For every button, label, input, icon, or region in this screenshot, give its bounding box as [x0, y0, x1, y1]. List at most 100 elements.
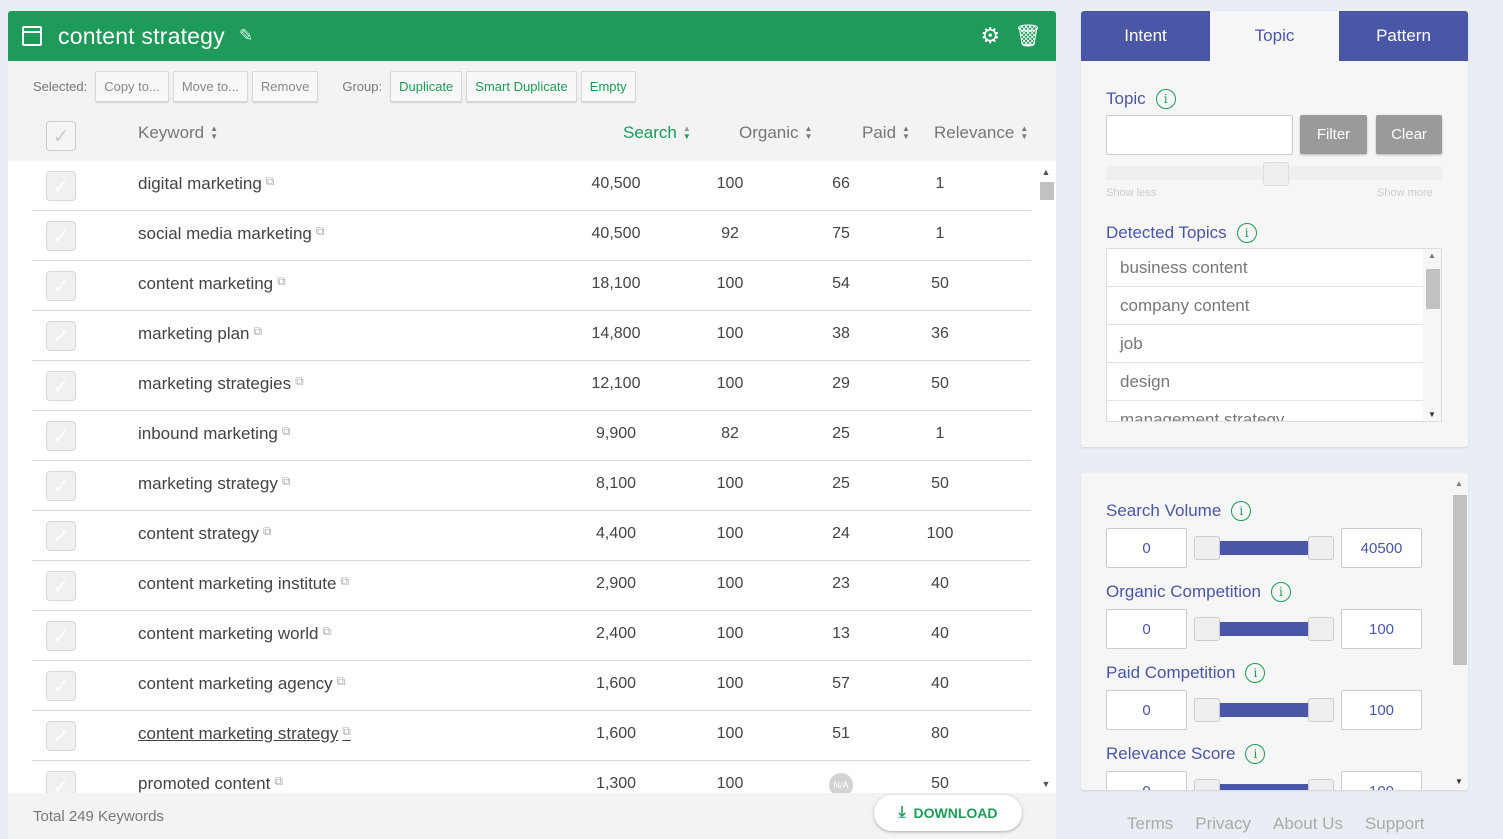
info-icon[interactable]: i — [1245, 663, 1266, 683]
table-row[interactable]: ✓ content marketing ⧉ 18,100 100 54 50 — [32, 261, 1031, 311]
column-paid[interactable]: Paid ▲ ▼ — [862, 123, 910, 143]
keyword-link[interactable]: marketing strategies ⧉ — [138, 374, 304, 394]
remove-button[interactable]: Remove — [251, 70, 319, 102]
tab-intent[interactable]: Intent — [1081, 11, 1210, 61]
gear-icon[interactable]: ⚙ — [980, 23, 1000, 49]
external-link-icon[interactable]: ⧉ — [263, 524, 272, 538]
range-min-handle[interactable] — [1194, 617, 1220, 641]
keyword-link[interactable]: promoted content ⧉ — [138, 774, 283, 793]
external-link-icon[interactable]: ⧉ — [254, 324, 263, 338]
range-max-input[interactable]: 40500 — [1341, 528, 1422, 568]
row-checkbox[interactable]: ✓ — [46, 271, 76, 301]
row-checkbox[interactable]: ✓ — [46, 471, 76, 501]
topic-item[interactable]: business content — [1107, 249, 1423, 287]
external-link-icon[interactable]: ⧉ — [277, 274, 286, 288]
table-row[interactable]: ✓ marketing strategies ⧉ 12,100 100 29 50 — [32, 361, 1031, 411]
range-max-input[interactable]: 100 — [1341, 690, 1422, 730]
topic-item[interactable]: job — [1107, 325, 1423, 363]
keyword-link[interactable]: digital marketing ⧉ — [138, 174, 274, 194]
tab-pattern[interactable]: Pattern — [1339, 11, 1468, 61]
topic-item[interactable]: company content — [1107, 287, 1423, 325]
row-checkbox[interactable]: ✓ — [46, 771, 76, 793]
filter-button[interactable]: Filter — [1300, 115, 1367, 154]
table-row[interactable]: ✓ content marketing agency ⧉ 1,600 100 57 40 — [32, 661, 1031, 711]
row-checkbox[interactable]: ✓ — [46, 521, 76, 551]
column-organic[interactable]: Organic ▲ ▼ — [739, 123, 812, 143]
range-max-handle[interactable] — [1308, 698, 1334, 722]
range-max-input[interactable]: 100 — [1341, 771, 1422, 790]
range-min-handle[interactable] — [1194, 698, 1220, 722]
info-icon[interactable]: i — [1245, 744, 1266, 764]
keyword-link[interactable]: content strategy ⧉ — [138, 524, 272, 544]
trash-icon[interactable]: 🗑 — [1014, 23, 1042, 49]
row-checkbox[interactable]: ✓ — [46, 671, 76, 701]
keyword-link[interactable]: marketing plan ⧉ — [138, 324, 262, 344]
row-checkbox[interactable]: ✓ — [46, 571, 76, 601]
about-us-link[interactable]: About Us — [1273, 814, 1343, 834]
copy-to-button[interactable]: Copy to... — [95, 70, 169, 102]
row-checkbox[interactable]: ✓ — [46, 171, 76, 201]
range-min-input[interactable]: 0 — [1106, 609, 1187, 649]
scroll-down-arrow-icon[interactable]: ▼ — [1428, 410, 1436, 419]
topic-item[interactable]: management strategy — [1107, 401, 1423, 422]
row-checkbox[interactable]: ✓ — [46, 321, 76, 351]
scroll-up-arrow-icon[interactable]: ▲ — [1428, 251, 1436, 260]
column-keyword[interactable]: Keyword ▲ ▼ — [138, 123, 218, 143]
external-link-icon[interactable]: ⧉ — [340, 574, 349, 588]
ranges-scrollbar[interactable]: ▲ ▼ — [1451, 473, 1468, 790]
keyword-link[interactable]: content marketing agency ⧉ — [138, 674, 345, 694]
scroll-down-arrow-icon[interactable]: ▼ — [1455, 777, 1463, 786]
terms-link[interactable]: Terms — [1127, 814, 1173, 834]
table-row[interactable]: ✓ content marketing institute ⧉ 2,900 100 23 4… — [32, 561, 1031, 611]
move-to-button[interactable]: Move to... — [172, 70, 248, 102]
table-row[interactable]: ✓ inbound marketing ⧉ 9,900 82 25 1 — [32, 411, 1031, 461]
table-row[interactable]: ✓ marketing strategy ⧉ 8,100 100 25 50 — [32, 461, 1031, 511]
scroll-up-arrow-icon[interactable]: ▲ — [1038, 167, 1054, 181]
table-row[interactable]: ✓ marketing plan ⧉ 14,800 100 38 36 — [32, 311, 1031, 361]
external-link-icon[interactable]: ⧉ — [274, 774, 283, 788]
external-link-icon[interactable]: ⧉ — [342, 724, 351, 738]
range-max-input[interactable]: 100 — [1341, 609, 1422, 649]
keyword-link[interactable]: inbound marketing ⧉ — [138, 424, 290, 444]
external-link-icon[interactable]: ⧉ — [337, 674, 346, 688]
keyword-link[interactable]: content marketing ⧉ — [138, 274, 286, 294]
range-min-handle[interactable] — [1194, 779, 1220, 790]
edit-pencil-icon[interactable]: ✎ — [239, 26, 253, 46]
keyword-link[interactable]: content marketing institute ⧉ — [138, 574, 349, 594]
table-scrollbar[interactable]: ▲ ▼ — [1038, 167, 1054, 793]
range-min-handle[interactable] — [1194, 536, 1220, 560]
info-icon[interactable]: i — [1155, 89, 1176, 109]
topic-item[interactable]: design — [1107, 363, 1423, 401]
external-link-icon[interactable]: ⧉ — [322, 624, 331, 638]
topics-scrollbar[interactable]: ▲ ▼ — [1423, 249, 1441, 421]
external-link-icon[interactable]: ⧉ — [282, 474, 291, 488]
smart-duplicate-button[interactable]: Smart Duplicate — [466, 70, 577, 102]
range-min-input[interactable]: 0 — [1106, 771, 1187, 790]
table-row[interactable]: ✓ social media marketing ⧉ 40,500 92 75 1 — [32, 211, 1031, 261]
select-all-checkbox[interactable]: ✓ — [46, 121, 76, 151]
table-row[interactable]: ✓ content marketing strategy ⧉ 1,600 100 51 80 — [32, 711, 1031, 761]
range-max-handle[interactable] — [1308, 617, 1334, 641]
scroll-down-arrow-icon[interactable]: ▼ — [1038, 779, 1054, 793]
external-link-icon[interactable]: ⧉ — [282, 424, 291, 438]
row-checkbox[interactable]: ✓ — [46, 621, 76, 651]
range-min-input[interactable]: 0 — [1106, 528, 1187, 568]
external-link-icon[interactable]: ⧉ — [295, 374, 304, 388]
table-row[interactable]: ✓ promoted content ⧉ 1,300 100 N/A 50 — [32, 761, 1031, 793]
external-link-icon[interactable]: ⧉ — [266, 174, 275, 188]
row-checkbox[interactable]: ✓ — [46, 721, 76, 751]
range-min-input[interactable]: 0 — [1106, 690, 1187, 730]
clear-button[interactable]: Clear — [1376, 115, 1442, 154]
topic-slider-handle[interactable] — [1263, 162, 1289, 186]
column-relevance[interactable]: Relevance ▲ ▼ — [934, 123, 1028, 143]
keyword-link[interactable]: social media marketing ⧉ — [138, 224, 324, 244]
keyword-link[interactable]: content marketing strategy ⧉ — [138, 724, 351, 744]
table-row[interactable]: ✓ digital marketing ⧉ 40,500 100 66 1 — [32, 161, 1031, 211]
table-row[interactable]: ✓ content marketing world ⧉ 2,400 100 13 40 — [32, 611, 1031, 661]
info-icon[interactable]: i — [1231, 501, 1252, 521]
scroll-thumb[interactable] — [1453, 495, 1467, 665]
row-checkbox[interactable]: ✓ — [46, 371, 76, 401]
info-icon[interactable]: i — [1236, 223, 1257, 243]
column-search[interactable]: Search ▲ ▼ — [623, 123, 691, 143]
topic-input[interactable] — [1106, 115, 1293, 155]
